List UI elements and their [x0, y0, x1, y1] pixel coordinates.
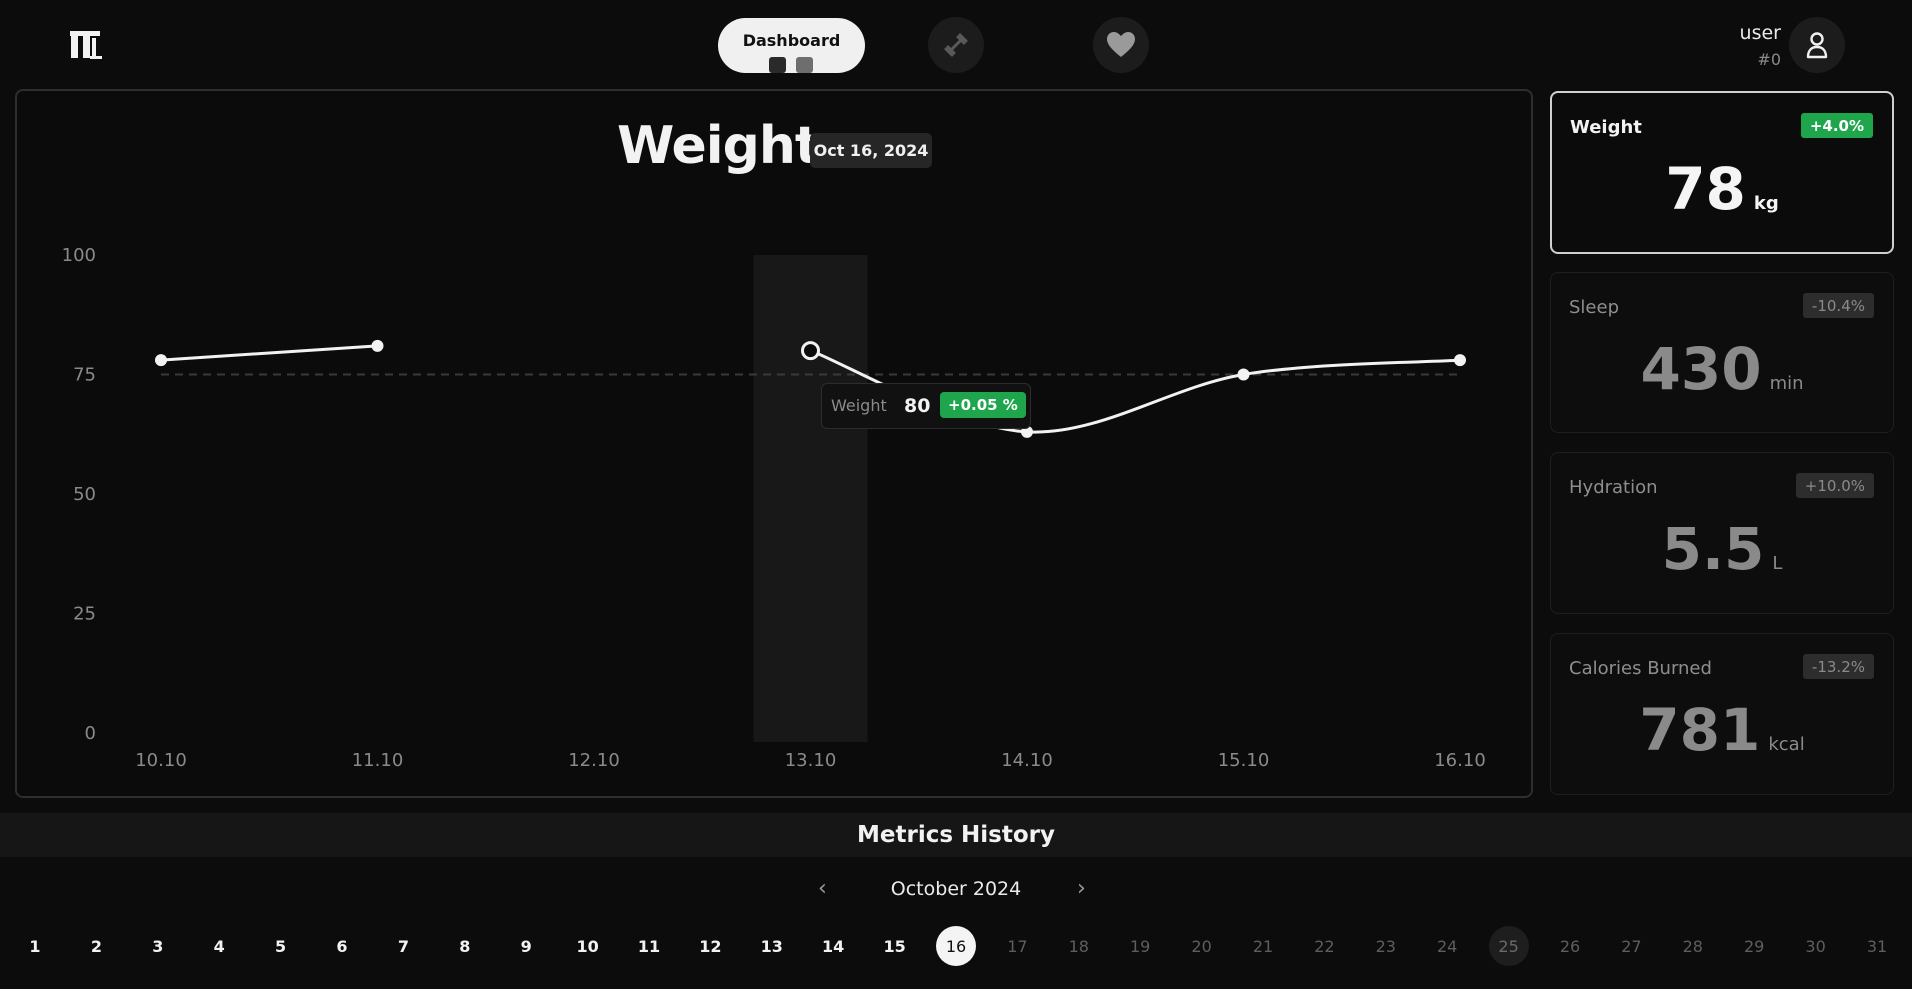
day-17[interactable]: 17 — [997, 926, 1037, 966]
x-tick-label: 13.10 — [785, 750, 837, 771]
day-14[interactable]: 14 — [813, 926, 853, 966]
card-change-badge: +4.0% — [1800, 113, 1873, 138]
card-unit: L — [1772, 553, 1783, 574]
tooltip-change-badge: +0.05 % — [940, 392, 1026, 418]
card-sleep[interactable]: Sleep -10.4% 430 min — [1550, 272, 1894, 433]
x-tick-label: 16.10 — [1434, 750, 1486, 771]
day-25[interactable]: 25 — [1488, 926, 1529, 966]
day-10[interactable]: 10 — [568, 926, 608, 966]
day-23[interactable]: 23 — [1366, 926, 1406, 966]
day-31[interactable]: 31 — [1857, 926, 1897, 966]
metrics-history-title: Metrics History — [857, 822, 1055, 848]
card-weight[interactable]: Weight +4.0% 78 kg — [1550, 91, 1894, 254]
data-point — [1454, 354, 1466, 367]
month-label: October 2024 — [890, 878, 1022, 900]
day-22[interactable]: 22 — [1304, 926, 1344, 966]
y-tick-label: 25 — [73, 604, 96, 625]
card-unit: kcal — [1768, 734, 1805, 755]
x-tick-label: 11.10 — [352, 750, 404, 771]
day-6[interactable]: 6 — [322, 926, 362, 966]
metrics-history-header: Metrics History — [0, 813, 1912, 857]
day-3[interactable]: 3 — [138, 926, 178, 966]
day-29[interactable]: 29 — [1734, 926, 1774, 966]
day-12[interactable]: 12 — [690, 926, 730, 966]
data-point — [1237, 368, 1250, 381]
x-tick-label: 15.10 — [1218, 750, 1270, 771]
day-24[interactable]: 24 — [1427, 926, 1467, 966]
card-value-wrap: 78 kg — [1552, 155, 1892, 223]
day-21[interactable]: 21 — [1243, 926, 1283, 966]
card-label: Hydration — [1569, 477, 1658, 498]
day-11[interactable]: 11 — [629, 926, 669, 966]
day-19[interactable]: 19 — [1120, 926, 1160, 966]
series-line — [160, 344, 378, 362]
card-change-badge: +10.0% — [1795, 473, 1874, 498]
data-point-active — [801, 341, 820, 361]
day-27[interactable]: 27 — [1611, 926, 1651, 966]
card-value: 781 — [1639, 696, 1761, 764]
day-28[interactable]: 28 — [1673, 926, 1713, 966]
card-change-badge: -10.4% — [1802, 293, 1874, 318]
day-2[interactable]: 2 — [76, 926, 116, 966]
card-value: 78 — [1665, 155, 1746, 223]
x-tick-label: 12.10 — [568, 750, 620, 771]
card-unit: kg — [1753, 193, 1779, 214]
data-point — [371, 339, 384, 352]
card-value: 430 — [1640, 335, 1762, 403]
y-tick-label: 0 — [85, 723, 96, 744]
card-label: Weight — [1570, 117, 1642, 138]
next-month-button[interactable]: › — [1077, 876, 1086, 901]
day-4[interactable]: 4 — [199, 926, 239, 966]
card-calories[interactable]: Calories Burned -13.2% 781 kcal — [1550, 633, 1894, 795]
card-change-badge: -13.2% — [1802, 654, 1874, 679]
y-tick-label: 100 — [62, 245, 96, 266]
day-16[interactable]: 16 — [936, 926, 976, 966]
day-9[interactable]: 9 — [506, 926, 546, 966]
day-18[interactable]: 18 — [1059, 926, 1099, 966]
y-tick-label: 75 — [73, 365, 96, 386]
y-tick-label: 50 — [73, 484, 96, 505]
tooltip-label: Weight — [831, 396, 887, 415]
day-selector: 1 2 3 4 5 6 7 8 9 10 11 12 13 14 15 16 17 18 19 20 21 22 23 24 2… — [0, 926, 1912, 968]
x-tick-label: 14.10 — [1001, 750, 1053, 771]
day-26[interactable]: 26 — [1550, 926, 1590, 966]
day-30[interactable]: 30 — [1796, 926, 1836, 966]
chart-tooltip: Weight 80 +0.05 % — [821, 383, 1031, 429]
card-value-wrap: 781 kcal — [1551, 696, 1893, 764]
highlight-band — [753, 255, 868, 742]
day-13[interactable]: 13 — [752, 926, 792, 966]
tooltip-value: 80 — [904, 395, 931, 417]
card-hydration[interactable]: Hydration +10.0% 5.5 L — [1550, 452, 1894, 614]
day-7[interactable]: 7 — [383, 926, 423, 966]
x-tick-label: 10.10 — [135, 750, 187, 771]
day-1[interactable]: 1 — [15, 926, 55, 966]
day-8[interactable]: 8 — [445, 926, 485, 966]
day-15[interactable]: 15 — [875, 926, 915, 966]
card-unit: min — [1769, 373, 1804, 394]
card-label: Sleep — [1569, 297, 1620, 318]
month-navigator: ‹ October 2024 › — [0, 872, 1912, 908]
card-value-wrap: 5.5 L — [1551, 515, 1893, 583]
day-5[interactable]: 5 — [261, 926, 301, 966]
card-label: Calories Burned — [1569, 658, 1712, 679]
day-20[interactable]: 20 — [1182, 926, 1222, 966]
card-value-wrap: 430 min — [1551, 335, 1893, 403]
card-value: 5.5 — [1661, 515, 1765, 583]
data-point — [155, 354, 167, 367]
